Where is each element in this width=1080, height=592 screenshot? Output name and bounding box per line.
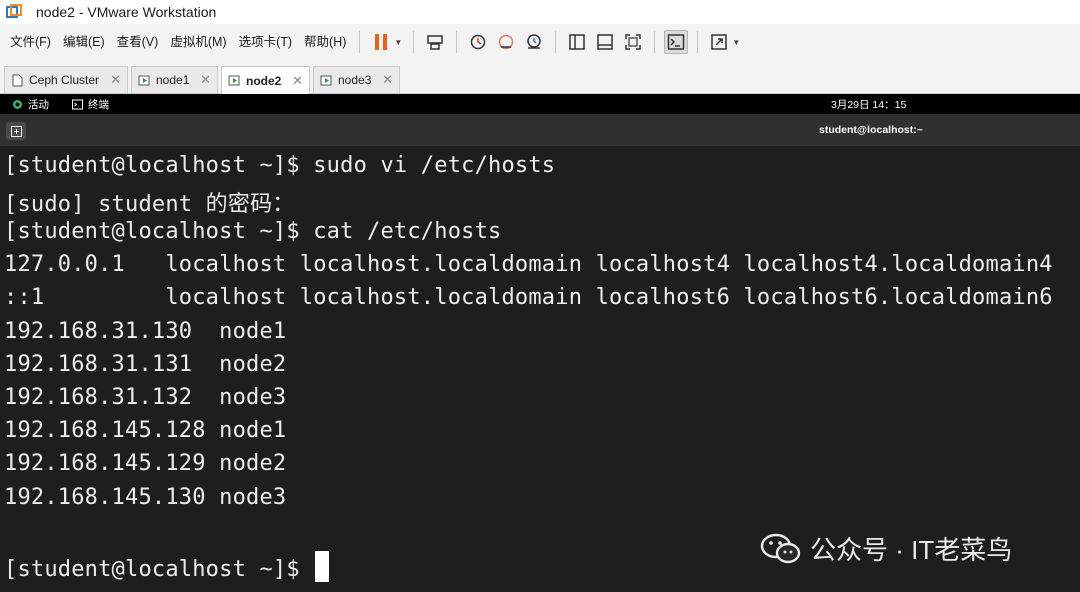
close-icon[interactable]: ✕ (382, 72, 393, 88)
library-view-button[interactable] (565, 30, 589, 54)
toolbar-separator (555, 31, 557, 53)
revert-snapshot-button[interactable] (494, 30, 518, 54)
terminal-line: [sudo] student 的密码： (4, 192, 295, 217)
terminal-line: [student@localhost ~]$ sudo vi /etc/host… (4, 153, 556, 178)
watermark-text: 公众号 · IT老菜鸟 (810, 535, 1013, 565)
fullscreen-fit-button[interactable] (621, 30, 645, 54)
vm-running-icon (320, 75, 332, 85)
activities-icon (13, 100, 22, 109)
fullscreen-fit-icon (625, 34, 642, 50)
terminal-prompt-line[interactable]: [student@localhost ~]$ (4, 551, 330, 582)
pause-button[interactable] (369, 30, 393, 54)
text-cursor (315, 551, 330, 582)
snapshot-manager-icon (527, 34, 542, 49)
terminal-title: student@localhost:~ (819, 124, 923, 136)
snapshot-manager-button[interactable] (522, 30, 546, 54)
tab-node1[interactable]: node1 ✕ (131, 66, 218, 93)
close-icon[interactable]: ✕ (292, 73, 303, 89)
snapshot-button[interactable] (466, 30, 490, 54)
terminal-output[interactable]: [student@localhost ~]$ sudo vi /etc/host… (0, 146, 1080, 592)
revert-snapshot-icon (499, 34, 514, 50)
terminal-headerbar: student@localhost:~ (0, 114, 1080, 146)
vm-tab-bar: Ceph Cluster ✕ node1 ✕ node2 ✕ node3 ✕ (0, 62, 1080, 94)
app-menu-terminal[interactable]: 终端 (72, 97, 109, 112)
menu-help[interactable]: 帮助(H) (298, 29, 352, 55)
new-tab-icon (10, 125, 22, 137)
tab-label: node3 (338, 73, 372, 87)
snapshot-icon (471, 34, 486, 50)
menu-edit[interactable]: 编辑(E) (57, 29, 111, 55)
terminal-icon (72, 99, 83, 110)
tab-label: node1 (156, 73, 190, 87)
tab-node3[interactable]: node3 ✕ (313, 66, 400, 93)
window-title: node2 - VMware Workstation (36, 4, 217, 20)
unity-icon (711, 34, 728, 50)
terminal-line: ::1 localhost localhost.localdomain loca… (4, 285, 1053, 310)
document-icon (12, 74, 23, 86)
tab-label: node2 (246, 73, 282, 88)
watermark: 公众号 · IT老菜鸟 (760, 530, 1012, 567)
terminal-line: 192.168.31.131 node2 (4, 352, 287, 377)
console-view-button[interactable] (664, 30, 689, 54)
toolbar-separator (654, 31, 656, 53)
tab-label: Ceph Cluster (29, 73, 100, 87)
unity-button[interactable] (707, 30, 731, 54)
menu-toolbar: 文件(F) 编辑(E) 查看(V) 虚拟机(M) 选项卡(T) 帮助(H) ▼ … (0, 24, 1080, 60)
tab-ceph-cluster[interactable]: Ceph Cluster ✕ (4, 66, 128, 93)
terminal-line: 192.168.145.129 node2 (4, 451, 287, 476)
app-menu-label: 终端 (88, 99, 109, 111)
terminal-line: 192.168.31.130 node1 (4, 319, 287, 344)
terminal-prompt: [student@localhost ~]$ (4, 557, 314, 582)
close-icon[interactable]: ✕ (110, 72, 121, 88)
thumbnail-view-icon (597, 34, 614, 50)
activities-label: 活动 (28, 99, 49, 111)
thumbnail-view-button[interactable] (593, 30, 617, 54)
toolbar-separator (359, 31, 361, 53)
vmware-logo-icon (6, 4, 22, 18)
clock[interactable]: 3月29日 14：15 (831, 97, 906, 112)
library-view-icon (569, 34, 586, 50)
terminal-line: 192.168.145.128 node1 (4, 418, 287, 443)
send-ctrl-alt-del-icon (427, 35, 444, 50)
menu-file[interactable]: 文件(F) (4, 29, 57, 55)
pause-icon (375, 34, 388, 50)
toolbar-separator (413, 31, 415, 53)
vm-running-icon (228, 75, 240, 86)
terminal-line: 192.168.145.130 node3 (4, 485, 287, 510)
send-ctrl-alt-del-button[interactable] (423, 30, 447, 54)
toolbar-separator (697, 31, 699, 53)
gnome-top-bar: 活动 终端 3月29日 14：15 (0, 94, 1080, 114)
menu-tabs[interactable]: 选项卡(T) (233, 29, 298, 55)
console-view-icon (668, 34, 685, 50)
terminal-line: [student@localhost ~]$ cat /etc/hosts (4, 219, 502, 244)
menu-view[interactable]: 查看(V) (111, 29, 165, 55)
new-tab-button[interactable] (6, 122, 26, 140)
terminal-line: 127.0.0.1 localhost localhost.localdomai… (4, 252, 1053, 277)
menu-vm[interactable]: 虚拟机(M) (164, 29, 232, 55)
activities-button[interactable]: 活动 (12, 97, 49, 112)
vm-running-icon (138, 75, 150, 85)
toolbar-separator (456, 31, 458, 53)
terminal-line: 192.168.31.132 node3 (4, 385, 287, 410)
close-icon[interactable]: ✕ (200, 72, 211, 88)
chevron-down-icon[interactable]: ▼ (732, 38, 740, 47)
wechat-icon (760, 533, 801, 563)
window-titlebar: node2 - VMware Workstation (0, 0, 1080, 24)
chevron-down-icon[interactable]: ▼ (394, 38, 402, 47)
tab-node2[interactable]: node2 ✕ (221, 66, 310, 94)
